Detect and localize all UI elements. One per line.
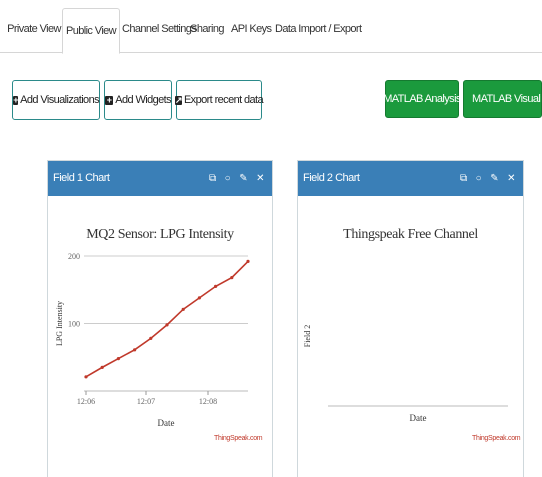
series-line — [85, 260, 249, 378]
data-point-9 — [230, 276, 234, 280]
x-tick-label-0: 12:06 — [77, 397, 95, 406]
data-point-5 — [165, 323, 169, 327]
field1-credit: ThingSpeak.com — [214, 435, 263, 442]
matlab-visualization-button[interactable]: MATLAB Visualization — [463, 80, 542, 118]
field2-chart-title: Thingspeak Free Channel — [343, 227, 478, 242]
field1-chart-title: MQ2 Sensor: LPG Intensity — [86, 227, 234, 242]
tab-private-view[interactable]: Private View — [4, 14, 64, 53]
tab-api-keys[interactable]: API Keys — [231, 14, 272, 53]
tab-sharing[interactable]: Sharing — [187, 14, 227, 53]
field2-panel-header: Field 2 Chart ⧉ ○ ✎ ✕ — [298, 161, 523, 196]
tab-channel-settings[interactable]: Channel Settings — [122, 14, 197, 53]
plus-icon: + — [105, 94, 114, 105]
open-external-icon[interactable]: ⧉ — [209, 161, 216, 196]
tab-data-import-export[interactable]: Data Import / Export — [275, 14, 362, 53]
x-axis-label: Date — [410, 413, 427, 423]
tab-bar: Private View Public View Channel Setting… — [0, 0, 542, 54]
add-widgets-button[interactable]: + Add Widgets — [104, 80, 172, 120]
add-visualizations-label: Add Visualizations — [20, 94, 99, 106]
field1-panel-title: Field 1 Chart — [53, 172, 110, 184]
plus-icon: + — [13, 94, 18, 105]
y-axis-label: LPG Intensity — [55, 301, 64, 346]
matlab-analysis-label: MATLAB Analysis — [383, 93, 461, 105]
data-point-4 — [149, 336, 153, 340]
y-axis-label: Field 2 — [303, 325, 312, 347]
x-tick-label-2: 12:08 — [199, 397, 217, 406]
field2-line-chart: Date Field 2 — [303, 325, 508, 423]
field1-chart-panel: Field 1 Chart ⧉ ○ ✎ ✕ MQ2 Sensor: LPG In… — [47, 160, 273, 477]
x-axis-label: Date — [158, 418, 175, 428]
matlab-visualization-label: MATLAB Visualization — [472, 93, 541, 105]
add-widgets-label: Add Widgets — [115, 94, 171, 106]
field1-panel-header: Field 1 Chart ⧉ ○ ✎ ✕ — [48, 161, 272, 196]
edit-pencil-icon[interactable]: ✎ — [490, 161, 498, 196]
add-visualizations-button[interactable]: + Add Visualizations — [12, 80, 100, 120]
y-tick-label-0: 100 — [68, 320, 80, 329]
export-recent-data-label: Export recent data — [183, 94, 264, 106]
tab-public-view[interactable]: Public View — [62, 8, 120, 54]
data-point-0 — [84, 375, 88, 379]
field2-chart-panel: Field 2 Chart ⧉ ○ ✎ ✕ Thingspeak Free Ch… — [297, 160, 524, 477]
open-external-icon[interactable]: ⧉ — [460, 161, 467, 196]
export-icon: ↗ — [174, 94, 183, 105]
data-point-2 — [116, 357, 120, 361]
y-tick-label-1: 200 — [68, 252, 80, 261]
x-tick-label-1: 12:07 — [137, 397, 155, 406]
comment-icon[interactable]: ○ — [225, 161, 231, 196]
field2-credit: ThingSpeak.com — [472, 435, 521, 442]
close-icon[interactable]: ✕ — [256, 161, 264, 196]
data-point-6 — [181, 307, 185, 311]
data-point-7 — [197, 296, 201, 300]
data-point-3 — [133, 348, 137, 352]
data-point-8 — [214, 284, 218, 288]
edit-pencil-icon[interactable]: ✎ — [239, 161, 247, 196]
export-recent-data-button[interactable]: ↗ Export recent data — [174, 80, 264, 120]
field2-panel-title: Field 2 Chart — [303, 172, 360, 184]
close-icon[interactable]: ✕ — [507, 161, 515, 196]
data-point-10 — [246, 259, 250, 263]
comment-icon[interactable]: ○ — [476, 161, 482, 196]
field1-line-chart: 100 200 12:06 12:07 12:08 Date LPG Intensity — [55, 252, 250, 428]
matlab-analysis-button[interactable]: MATLAB Analysis — [383, 80, 461, 118]
data-point-1 — [100, 365, 104, 369]
